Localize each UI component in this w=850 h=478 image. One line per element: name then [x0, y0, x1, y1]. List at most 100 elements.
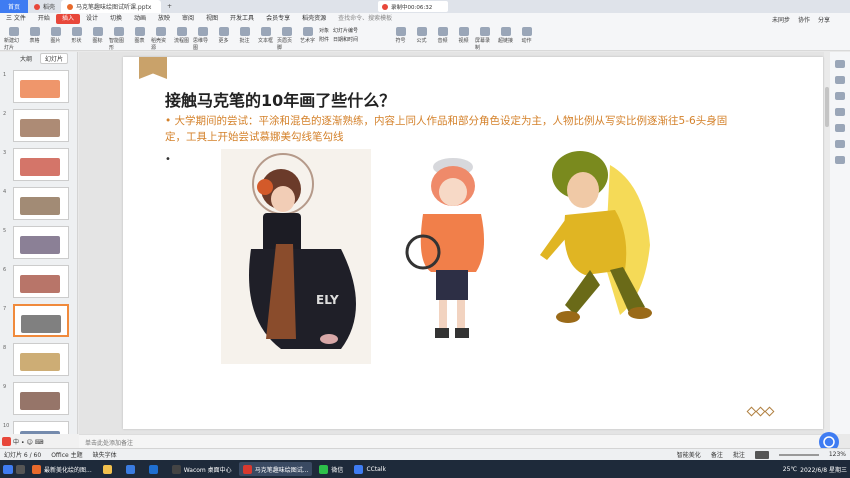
artwork-girl-cap[interactable] [401, 152, 501, 357]
recording-indicator[interactable]: 录制中00:06:32 [378, 1, 449, 12]
icons-button[interactable]: 图标 [88, 27, 107, 44]
format-icon[interactable] [835, 108, 845, 116]
taskbar-app[interactable]: 微信 [315, 462, 347, 476]
properties-icon[interactable] [835, 60, 845, 68]
collab-button[interactable]: 协作 [798, 15, 810, 24]
smart-beautify-button[interactable]: 智能美化 [677, 450, 701, 459]
taskbar-app[interactable]: Wacom 桌面中心 [168, 462, 236, 476]
notes-pane[interactable]: 单击此处添加备注 [79, 434, 824, 448]
slide-thumbnail[interactable] [13, 70, 69, 103]
menu-member[interactable]: 会员专享 [260, 13, 296, 25]
ime-logo-icon[interactable] [2, 436, 11, 446]
help-icon[interactable] [835, 156, 845, 164]
symbol-button[interactable]: 符号 [391, 27, 410, 44]
taskbar-app[interactable]: 最新美化绘的图... [28, 462, 96, 476]
notes-toggle[interactable]: 备注 [711, 450, 723, 459]
slide-thumbnail[interactable] [13, 187, 69, 220]
start-icon[interactable] [3, 464, 13, 474]
tab-document[interactable]: 马克笔趣味绘图试听课.pptx [61, 0, 162, 13]
shape-button[interactable]: 形状 [67, 27, 86, 44]
tab-slides[interactable]: 幻灯片 [40, 52, 69, 64]
table-button[interactable]: 表格 [25, 27, 44, 44]
share-button[interactable]: 分享 [818, 15, 830, 24]
taskbar-app[interactable]: CCtalk [350, 462, 390, 476]
weather-readout[interactable]: 25℃ [783, 466, 797, 473]
taskbar-app[interactable] [145, 462, 165, 476]
select-icon[interactable] [835, 124, 845, 132]
attachment-button[interactable]: 附件 [319, 36, 329, 43]
picture-button[interactable]: 图片 [46, 27, 65, 44]
icons-icon [92, 27, 103, 36]
design-icon[interactable] [835, 92, 845, 100]
screen-record-button[interactable]: 屏幕录制 [475, 27, 494, 51]
slide-thumbnail[interactable] [13, 382, 69, 415]
more-button[interactable]: 更多 [214, 27, 233, 44]
taskbar-app[interactable]: 马克笔趣味绘图试... [238, 462, 313, 476]
theme-name[interactable]: Office 主题 [51, 450, 82, 459]
menu-slideshow[interactable]: 放映 [152, 13, 176, 25]
slide-number-button[interactable]: 幻灯片编号 [333, 27, 358, 34]
new-tab-button[interactable]: + [161, 0, 178, 13]
menu-insert[interactable]: 插入 [55, 14, 80, 24]
slide-thumbnail[interactable] [13, 226, 69, 259]
zoom-level[interactable]: 123% [829, 451, 846, 458]
taskbar-app[interactable] [99, 462, 119, 476]
slide-bullet-text[interactable]: • 大学期间的尝试：平涂和混色的逐渐熟练，内容上同人作品和部分角色设定为主，人物… [165, 113, 735, 145]
slide-thumbnail[interactable] [13, 109, 69, 142]
play-slideshow-icon[interactable] [754, 450, 769, 459]
datetime-button[interactable]: 日期和时间 [333, 36, 358, 43]
slide-thumbnail[interactable] [13, 343, 69, 376]
thumbnail-content [20, 80, 60, 98]
tab-docer[interactable]: 稻壳 [28, 0, 61, 13]
chart-button[interactable]: 图表 [130, 27, 149, 44]
action-button[interactable]: 动作 [517, 27, 536, 44]
animation-pane-icon[interactable] [835, 76, 845, 84]
backup-icon[interactable] [835, 140, 845, 148]
audio-button[interactable]: 音频 [433, 27, 452, 44]
menu-file[interactable]: 三 文件 [0, 13, 32, 25]
search-icon[interactable] [16, 464, 25, 474]
menu-view[interactable]: 视图 [200, 13, 224, 25]
mindmap-button[interactable]: 思维导图 [193, 27, 212, 51]
hyperlink-button[interactable]: 超链接 [496, 27, 515, 44]
menu-transition[interactable]: 切换 [104, 13, 128, 25]
comments-toggle[interactable]: 批注 [733, 450, 745, 459]
slide-thumbnail[interactable] [13, 148, 69, 181]
taskbar-app[interactable] [122, 462, 142, 476]
menu-developer[interactable]: 开发工具 [224, 13, 260, 25]
textbox-button[interactable]: 文本框 [256, 27, 275, 44]
zoom-slider[interactable] [778, 453, 819, 456]
current-slide[interactable]: 接触马克笔的10年画了些什么？ • 大学期间的尝试：平涂和混色的逐渐熟练，内容上… [123, 57, 823, 429]
missing-fonts[interactable]: 缺失字体 [93, 450, 117, 459]
artwork-boy-running[interactable] [535, 145, 670, 355]
comment-button[interactable]: 批注 [235, 27, 254, 44]
menu-review[interactable]: 审阅 [176, 13, 200, 25]
header-footer-button[interactable]: 页眉页脚 [277, 27, 296, 51]
object-button[interactable]: 对象 [319, 27, 329, 34]
menu-design[interactable]: 设计 [80, 13, 104, 25]
artwork-girl-black-dress[interactable]: ELY [221, 149, 371, 364]
menu-docer-resources[interactable]: 稻壳资源 [296, 13, 332, 25]
slide-empty-bullet[interactable]: • [165, 154, 171, 165]
tab-outline[interactable]: 大纲 [16, 54, 36, 63]
app-icon [319, 464, 329, 474]
smartart-button[interactable]: 智能图形 [109, 27, 128, 51]
slide-thumbnail[interactable] [13, 265, 69, 298]
ime-status-icons[interactable]: 中 ∙ ☺ ⌨ [13, 437, 43, 446]
menu-animation[interactable]: 动画 [128, 13, 152, 25]
tab-home[interactable]: 首页 [0, 0, 28, 13]
scroll-thumb[interactable] [825, 87, 829, 127]
command-search[interactable]: 查找命令、搜索模板 [332, 13, 398, 25]
menu-home[interactable]: 开始 [32, 13, 56, 25]
slide-thumbnail[interactable] [13, 304, 69, 337]
system-clock[interactable]: 2022/6/8 星期三 [800, 465, 847, 474]
textbox-icon [260, 27, 271, 36]
flowchart-button[interactable]: 流程图 [172, 27, 191, 44]
docer-resources-button[interactable]: 稻壳资源 [151, 27, 170, 51]
formula-button[interactable]: 公式 [412, 27, 431, 44]
slide-title[interactable]: 接触马克笔的10年画了些什么？ [165, 87, 395, 111]
video-button[interactable]: 视频 [454, 27, 473, 44]
new-slide-button[interactable]: 新建幻灯片 [4, 27, 23, 51]
wordart-button[interactable]: 艺术字 [298, 27, 317, 44]
sync-status[interactable]: 未同步 [772, 15, 790, 24]
